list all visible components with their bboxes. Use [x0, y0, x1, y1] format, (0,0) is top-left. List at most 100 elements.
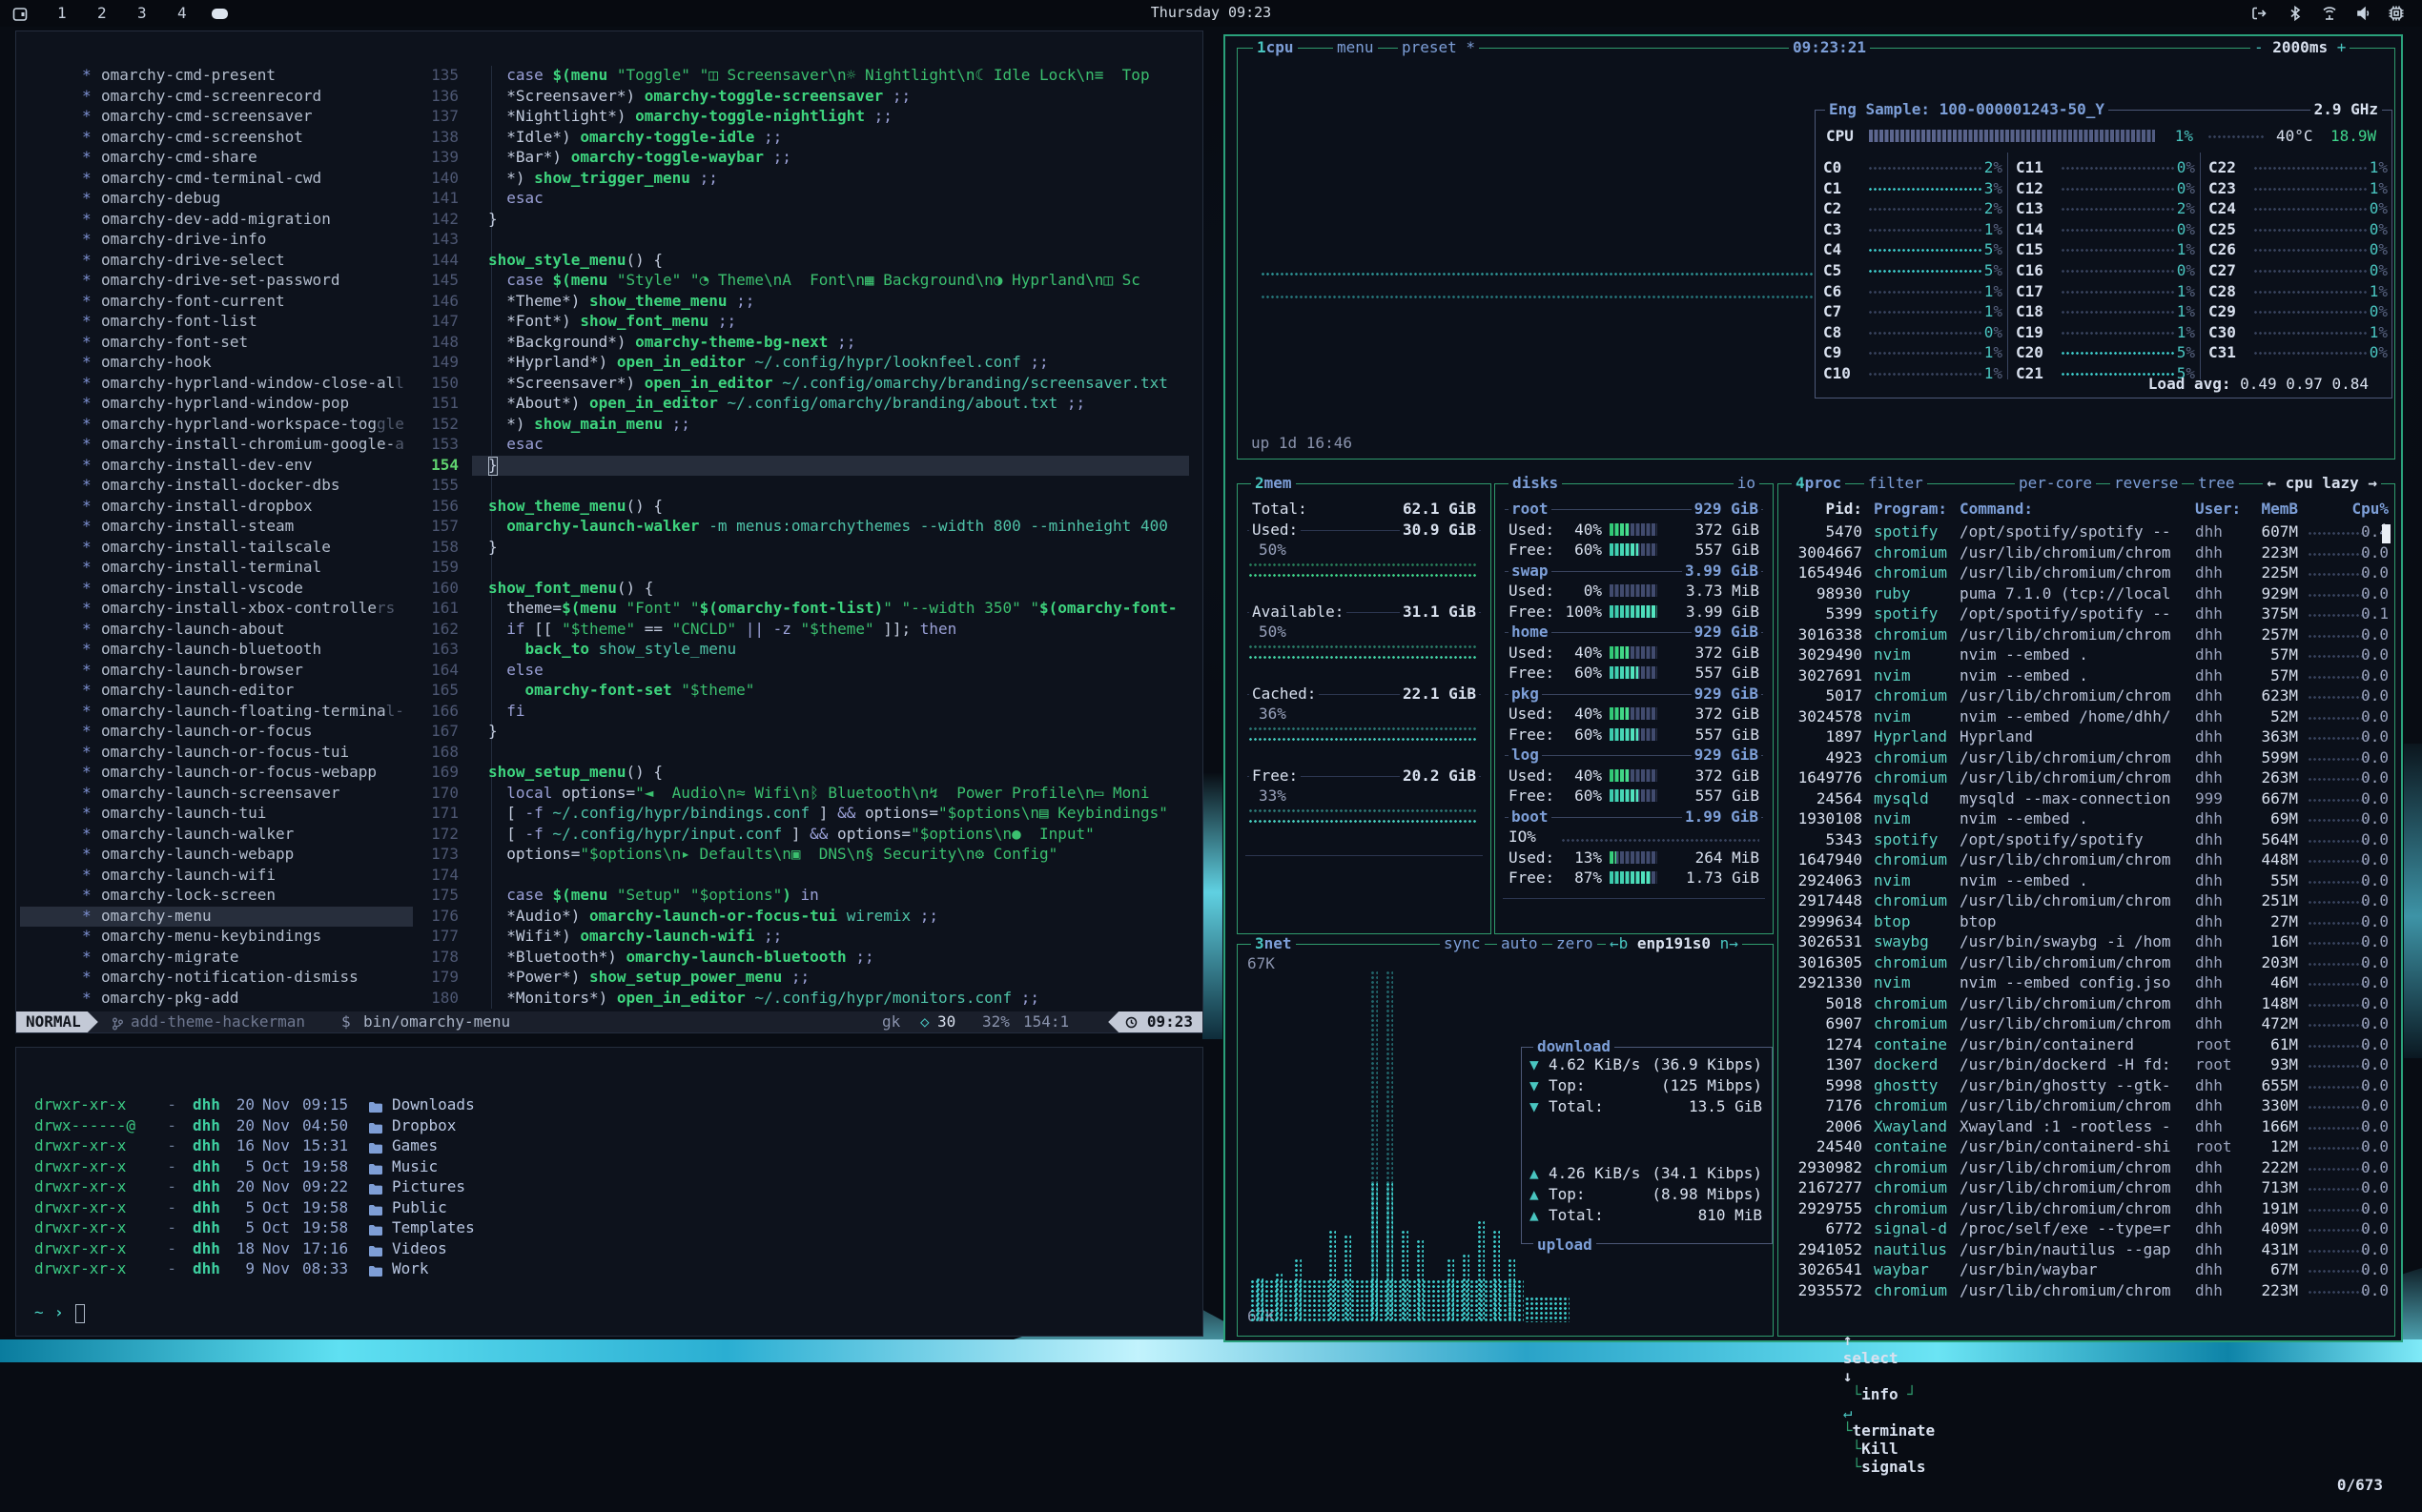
code-line[interactable]: *Background*) omarchy-theme-bg-next ;;: [488, 333, 855, 351]
file-list-item[interactable]: omarchy-cmd-share: [101, 148, 257, 166]
file-list-item[interactable]: omarchy-launch-or-focus-webapp: [101, 763, 377, 781]
preset-button[interactable]: preset *: [1398, 38, 1479, 56]
code-line[interactable]: *Screensaver*) open_in_editor ~/.config/…: [488, 374, 1168, 392]
file-list-item[interactable]: omarchy-drive-set-password: [101, 271, 339, 289]
table-row[interactable]: 3029490nvimnvim --embed .dhh57M0.0: [1778, 645, 2394, 666]
file-list-item[interactable]: omarchy-font-current: [101, 292, 285, 310]
code-line[interactable]: show_theme_menu() {: [488, 497, 663, 515]
file-list-item[interactable]: omarchy-cmd-present: [101, 66, 276, 84]
directory-name[interactable]: Dropbox: [392, 1116, 456, 1134]
code-line[interactable]: local options="◄ Audio\n≈ Wifi\nᛒ Blueto…: [488, 784, 1150, 802]
file-list-item[interactable]: omarchy-cmd-screenrecord: [101, 87, 321, 105]
file-list-item[interactable]: omarchy-menu-keybindings: [101, 927, 321, 945]
code-line[interactable]: esac: [488, 435, 544, 453]
code-line[interactable]: options="$options\n▸ Defaults\n▣ DNS\n§ …: [488, 845, 1057, 863]
key-down[interactable]: ↓: [1843, 1367, 1853, 1385]
file-list-item[interactable]: omarchy-notification-dismiss: [101, 968, 359, 986]
table-row[interactable]: 3016338chromium/usr/lib/chromium/chromdh…: [1778, 625, 2394, 646]
file-list-item[interactable]: omarchy-drive-select: [101, 251, 285, 269]
file-list-item[interactable]: omarchy-install-docker-dbs: [101, 476, 339, 494]
volume-icon[interactable]: [2355, 5, 2374, 22]
logout-icon[interactable]: [2250, 5, 2269, 22]
terminate-button[interactable]: terminate: [1852, 1421, 1935, 1440]
code-line[interactable]: *About*) open_in_editor ~/.config/omarch…: [488, 394, 1085, 412]
menu-button[interactable]: menu: [1333, 38, 1378, 56]
table-row[interactable]: 2921330nvimnvim --embed config.jsodhh46M…: [1778, 973, 2394, 994]
table-row[interactable]: 5399spotify/opt/spotify/spotify --dhh375…: [1778, 604, 2394, 625]
directory-name[interactable]: Public: [392, 1198, 447, 1216]
code-line[interactable]: }: [488, 210, 498, 228]
table-row[interactable]: 98930rubypuma 7.1.0 (tcp://localdhh929M0…: [1778, 584, 2394, 605]
col-command[interactable]: Command:: [1960, 500, 2171, 518]
file-list-item[interactable]: omarchy-launch-bluetooth: [101, 640, 321, 658]
code-line[interactable]: *Power*) show_setup_power_menu ;;: [488, 968, 810, 986]
table-row[interactable]: 3016305chromium/usr/lib/chromium/chromdh…: [1778, 953, 2394, 974]
proc-scrollbar[interactable]: [2382, 524, 2391, 543]
table-row[interactable]: 1930108nvimnvim --embed .dhh69M0.0: [1778, 809, 2394, 830]
file-list-item[interactable]: omarchy-install-xbox-controllers: [101, 599, 395, 617]
file-list-item[interactable]: omarchy-install-tailscale: [101, 538, 331, 556]
table-row[interactable]: 1274containe/usr/bin/containerdroot61M0.…: [1778, 1035, 2394, 1056]
proc-box-title[interactable]: 4proc: [1792, 474, 1845, 492]
file-list-item[interactable]: omarchy-drive-info: [101, 230, 266, 248]
file-list-item[interactable]: omarchy-launch-screensaver: [101, 784, 339, 802]
proc-filter-button[interactable]: filter: [1864, 474, 1927, 492]
table-row[interactable]: 24540containe/usr/bin/containerd-shiroot…: [1778, 1137, 2394, 1158]
code-line[interactable]: [ -f ~/.config/hypr/input.conf ] && opti…: [488, 825, 1095, 843]
info-button[interactable]: info: [1861, 1385, 1899, 1403]
proc-tree-button[interactable]: tree: [2194, 474, 2239, 492]
table-row[interactable]: 3004667chromium/usr/lib/chromium/chromdh…: [1778, 543, 2394, 564]
code-line[interactable]: omarchy-launch-walker -m menus:omarchyth…: [488, 517, 1168, 535]
code-line[interactable]: *) show_main_menu ;;: [488, 415, 690, 433]
file-list-item[interactable]: omarchy-hook: [101, 353, 212, 371]
file-list-item[interactable]: omarchy-launch-floating-terminal-: [101, 702, 404, 720]
code-line[interactable]: fi: [488, 702, 525, 720]
table-row[interactable]: 5017chromium/usr/lib/chromium/chromdhh62…: [1778, 686, 2394, 707]
code-line[interactable]: [ -f ~/.config/hypr/bindings.conf ] && o…: [488, 804, 1168, 822]
file-list-item[interactable]: omarchy-launch-or-focus-tui: [101, 743, 349, 761]
table-row[interactable]: 5470spotify/opt/spotify/spotify --dhh607…: [1778, 522, 2394, 543]
bluetooth-icon[interactable]: [2287, 5, 2306, 22]
file-list-item[interactable]: omarchy-install-chromium-google-a: [101, 435, 404, 453]
code-line[interactable]: back_to show_style_menu: [488, 640, 736, 658]
code-line[interactable]: *Bluetooth*) omarchy-launch-bluetooth ;;: [488, 948, 874, 966]
table-row[interactable]: 3026541waybar/usr/bin/waybardhh67M0.0: [1778, 1260, 2394, 1281]
file-list-item[interactable]: omarchy-launch-webapp: [101, 845, 294, 863]
code-line[interactable]: show_style_menu() {: [488, 251, 663, 269]
io-mode-button[interactable]: io: [1734, 474, 1759, 492]
table-row[interactable]: 6907chromium/usr/lib/chromium/chromdhh47…: [1778, 1014, 2394, 1035]
code-line[interactable]: show_font_menu() {: [488, 579, 653, 597]
net-auto-button[interactable]: auto: [1497, 934, 1542, 952]
col-pid[interactable]: Pid:: [1778, 500, 1862, 518]
table-row[interactable]: 1649776chromium/usr/lib/chromium/chromdh…: [1778, 768, 2394, 789]
terminal-window-shell[interactable]: drwxr-xr-x-dhh20Nov09:15Downloadsdrwx---…: [15, 1047, 1203, 1337]
table-row[interactable]: 2917448chromium/usr/lib/chromium/chromdh…: [1778, 891, 2394, 912]
code-line[interactable]: *Monitors*) open_in_editor ~/.config/hyp…: [488, 989, 1039, 1007]
terminal-window-editor[interactable]: *omarchy-cmd-present135 case $(menu "Tog…: [15, 31, 1203, 1033]
mem-box-title[interactable]: 2mem: [1251, 474, 1296, 492]
table-row[interactable]: 7176chromium/usr/lib/chromium/chromdhh33…: [1778, 1096, 2394, 1117]
directory-name[interactable]: Downloads: [392, 1095, 475, 1114]
table-row[interactable]: 2935572chromium/usr/lib/chromium/chromdh…: [1778, 1281, 2394, 1302]
cpu-icon[interactable]: [2388, 5, 2407, 22]
proc-reverse-button[interactable]: reverse: [2110, 474, 2182, 492]
table-row[interactable]: 3024578nvimnvim --embed /home/dhh/dhh52M…: [1778, 707, 2394, 728]
file-list-item[interactable]: omarchy-debug: [101, 189, 220, 207]
code-line[interactable]: *Wifi*) omarchy-launch-wifi ;;: [488, 927, 782, 945]
code-line[interactable]: *) show_trigger_menu ;;: [488, 169, 718, 187]
code-line[interactable]: case $(menu "Setup" "$options") in: [488, 886, 819, 904]
code-line[interactable]: *Theme*) show_theme_menu ;;: [488, 292, 754, 310]
table-row[interactable]: 1647940chromium/usr/lib/chromium/chromdh…: [1778, 850, 2394, 871]
table-row[interactable]: 2929755chromium/usr/lib/chromium/chromdh…: [1778, 1199, 2394, 1220]
table-row[interactable]: 5018chromium/usr/lib/chromium/chromdhh14…: [1778, 994, 2394, 1015]
table-row[interactable]: 5343spotify/opt/spotify/spotifydhh564M0.…: [1778, 830, 2394, 851]
file-list-item[interactable]: omarchy-launch-walker: [101, 825, 294, 843]
file-list-item[interactable]: omarchy-install-dropbox: [101, 497, 313, 515]
file-list-item[interactable]: omarchy-install-vscode: [101, 579, 303, 597]
table-row[interactable]: 1307dockerd/usr/bin/dockerd -H fd:root93…: [1778, 1055, 2394, 1076]
net-sync-button[interactable]: sync: [1440, 934, 1485, 952]
key-up[interactable]: ↑: [1843, 1331, 1853, 1349]
table-row[interactable]: 2924063nvimnvim --embed .dhh55M0.0: [1778, 871, 2394, 892]
file-list-item[interactable]: omarchy-font-set: [101, 333, 248, 351]
code-line[interactable]: case $(menu "Style" "◔ Theme\nA Font\n▦ …: [488, 271, 1140, 289]
